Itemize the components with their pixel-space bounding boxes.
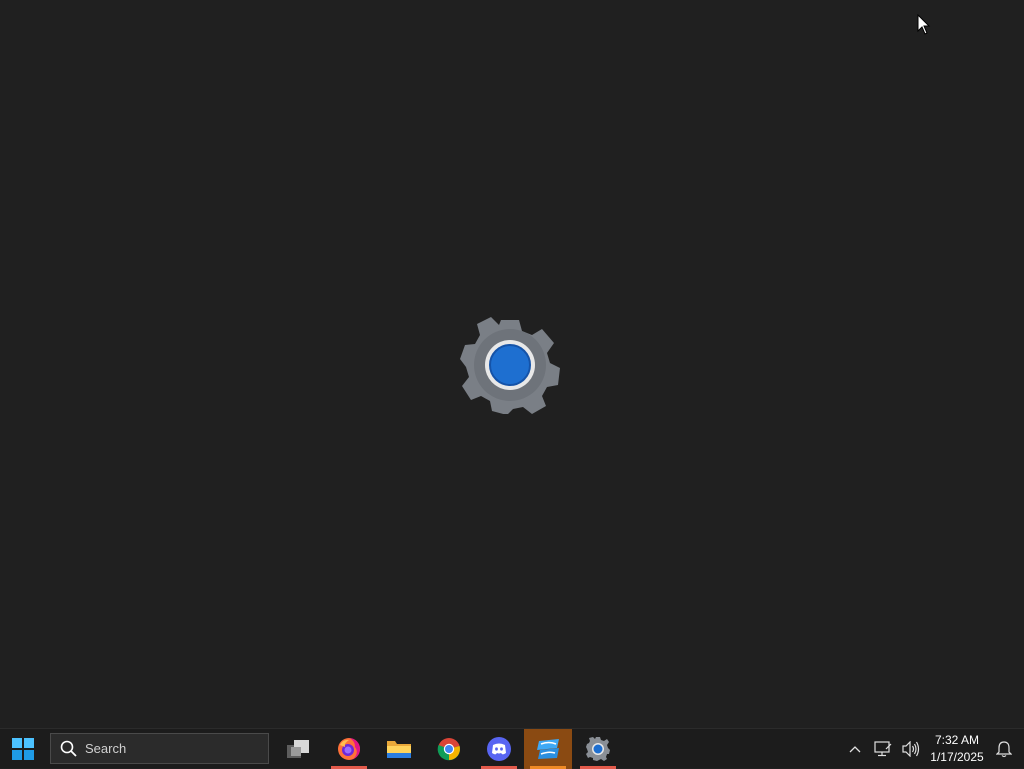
desktop [0,0,1024,728]
mouse-cursor-icon [917,14,931,35]
notification-bell-icon [996,740,1012,757]
clock-date: 1/17/2025 [930,750,984,764]
clock-time: 7:32 AM [934,733,980,747]
firefox-icon [338,738,360,760]
taskbar-app-chrome[interactable] [425,729,473,769]
discord-icon [487,737,511,761]
start-button[interactable] [0,729,46,769]
chevron-up-icon [849,746,861,753]
search-icon [60,740,77,757]
settings-gear-icon [460,317,560,414]
taskbar: Search 7:32 AM 1/17/2025 [0,728,1024,769]
taskbar-app-file-explorer[interactable] [375,729,423,769]
task-view-button[interactable] [274,729,322,769]
taskbar-app-firefox[interactable] [325,729,373,769]
taskbar-clock[interactable]: 7:32 AM 1/17/2025 [928,732,986,768]
tray-network-button[interactable] [871,729,895,769]
taskbar-app-discord[interactable] [475,729,523,769]
settings-icon [586,737,610,761]
notification-button[interactable] [992,729,1016,769]
taskbar-app-settings[interactable] [574,729,622,769]
windows-start-icon [12,738,34,760]
task-view-icon [287,740,309,758]
network-icon [874,741,892,757]
search-label: Search [85,741,127,756]
volume-icon [902,741,920,757]
tray-volume-button[interactable] [899,729,923,769]
search-box[interactable]: Search [50,733,269,764]
taskbar-app-roblox[interactable] [524,729,572,769]
roblox-icon [537,739,559,759]
tray-overflow-button[interactable] [844,729,866,769]
chrome-icon [437,738,461,761]
file-explorer-icon [387,741,411,758]
